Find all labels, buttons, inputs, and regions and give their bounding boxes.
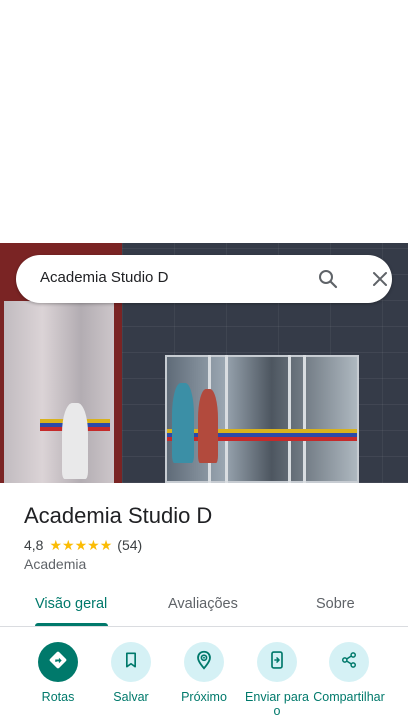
directions-icon [47, 649, 69, 676]
star-icon: ★ [74, 537, 88, 553]
tab-about[interactable]: Sobre [316, 596, 355, 612]
place-category: Academia [24, 556, 87, 572]
photo-entrance-door [165, 355, 359, 483]
star-icon: ★ [99, 537, 113, 553]
star-icon: ★ [62, 537, 75, 553]
directions-label: Rotas [41, 690, 75, 704]
close-icon[interactable] [368, 267, 392, 291]
bookmark-icon [121, 650, 141, 675]
share-icon [339, 650, 359, 675]
tab-bar: Visão geral Avaliações Sobre [0, 583, 408, 627]
search-input[interactable]: Academia Studio D [40, 269, 168, 286]
save-label: Salvar [113, 690, 149, 704]
send-to-phone-label: Enviar para o [245, 690, 309, 718]
share-button[interactable]: Compartilhar [309, 640, 389, 704]
send-to-phone-button[interactable]: Enviar para o [237, 640, 317, 718]
rating-value: 4,8 [24, 537, 44, 553]
rating-row[interactable]: 4,8 ★ ★ ★ ★ ★ (54) [24, 536, 142, 554]
review-count: (54) [117, 537, 143, 553]
tab-overview[interactable]: Visão geral [35, 596, 107, 612]
save-button[interactable]: Salvar [91, 640, 171, 704]
send-to-phone-icon [267, 650, 287, 675]
place-title: Academia Studio D [24, 503, 213, 528]
star-icon: ★ [87, 537, 100, 553]
active-tab-indicator [35, 623, 108, 626]
star-icon: ★ [49, 537, 63, 553]
rating-stars: ★ ★ ★ ★ ★ [49, 538, 112, 552]
directions-button[interactable]: Rotas [18, 640, 98, 704]
nearby-label: Próximo [181, 690, 227, 704]
share-label: Compartilhar [313, 690, 385, 704]
search-bar[interactable]: Academia Studio D [16, 255, 392, 303]
nearby-icon [193, 649, 215, 676]
nearby-button[interactable]: Próximo [164, 640, 244, 704]
search-icon[interactable] [316, 267, 340, 291]
tab-reviews[interactable]: Avaliações [168, 596, 238, 612]
action-row: Rotas Salvar Próximo Enviar para o Compa… [0, 640, 408, 726]
